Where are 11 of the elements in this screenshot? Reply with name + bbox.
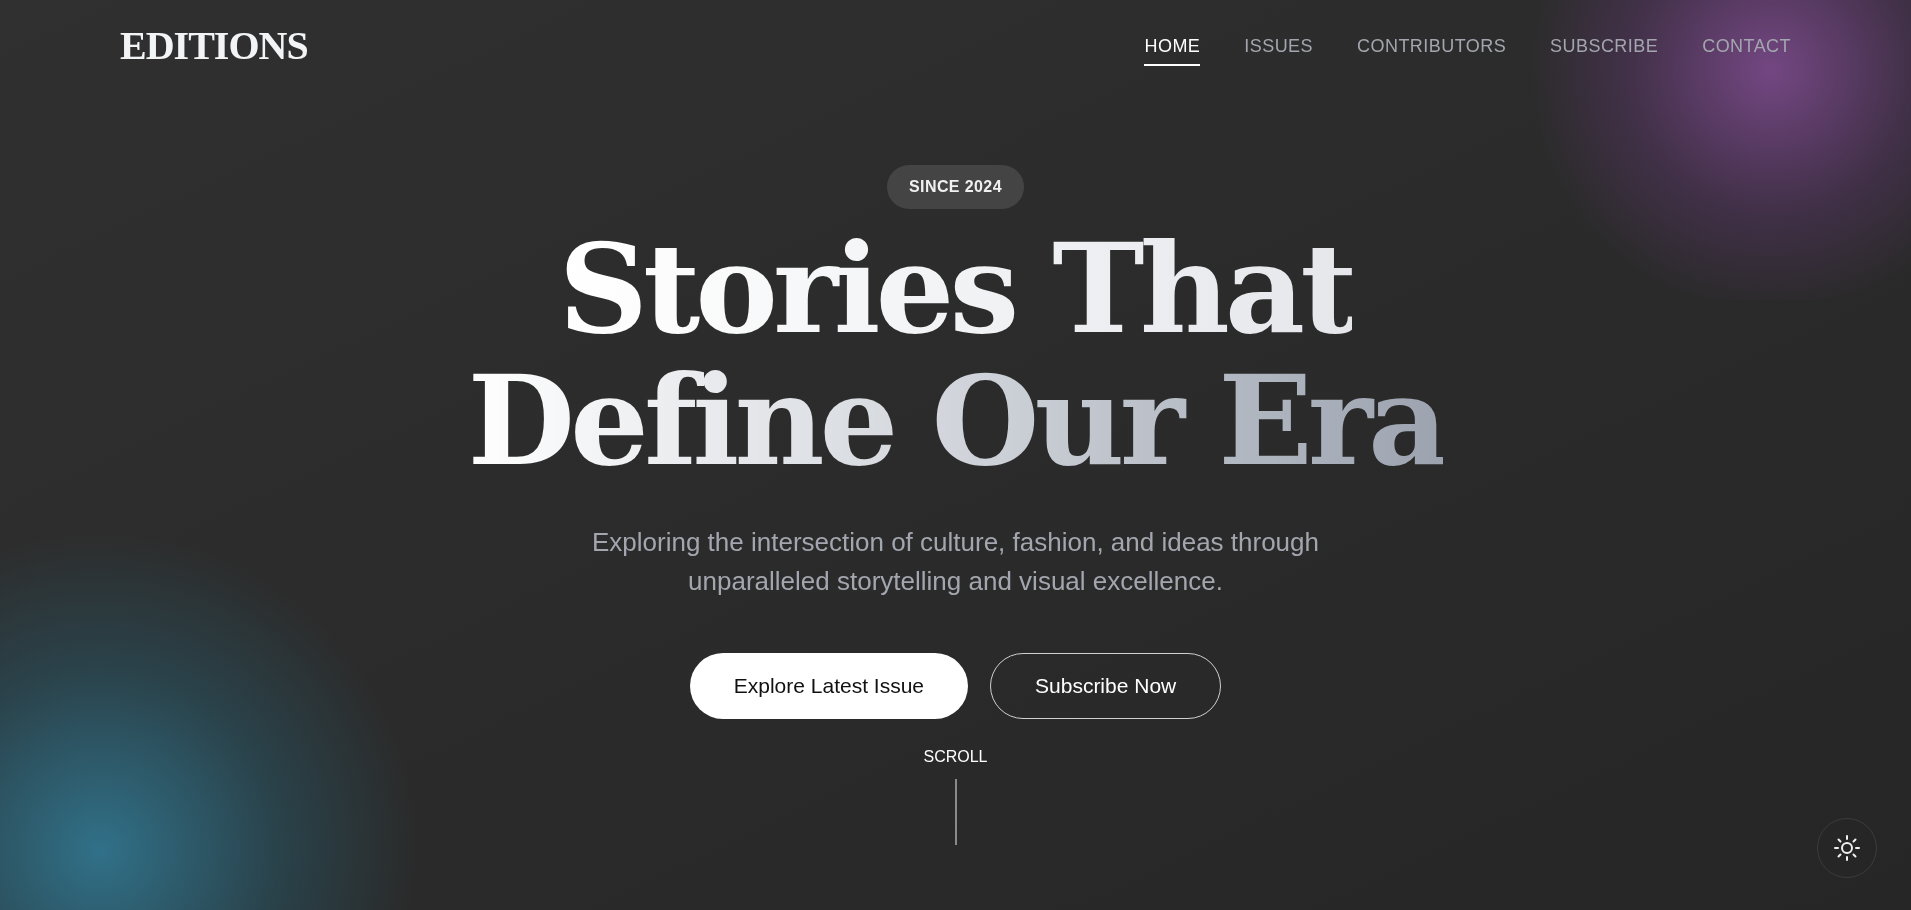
hero-subtitle: Exploring the intersection of culture, fashion, and ideas through unparalleled storytelling and visual excellence.: [591, 526, 1320, 598]
explore-button[interactable]: Explore Latest Issue: [689, 653, 968, 719]
nav-link[interactable]: CONTRIBUTORS: [1357, 26, 1507, 66]
logo[interactable]: EDITIONS: [120, 16, 308, 76]
scroll-line: [954, 779, 957, 845]
since-badge: SINCE 2024: [887, 165, 1024, 209]
nav-link[interactable]: ISSUES: [1244, 26, 1314, 66]
sun-icon: [1834, 835, 1860, 861]
nav-link[interactable]: HOME: [1144, 26, 1201, 66]
scroll-label: SCROLL: [923, 747, 988, 767]
nav-link[interactable]: SUBSCRIBE: [1550, 26, 1659, 66]
